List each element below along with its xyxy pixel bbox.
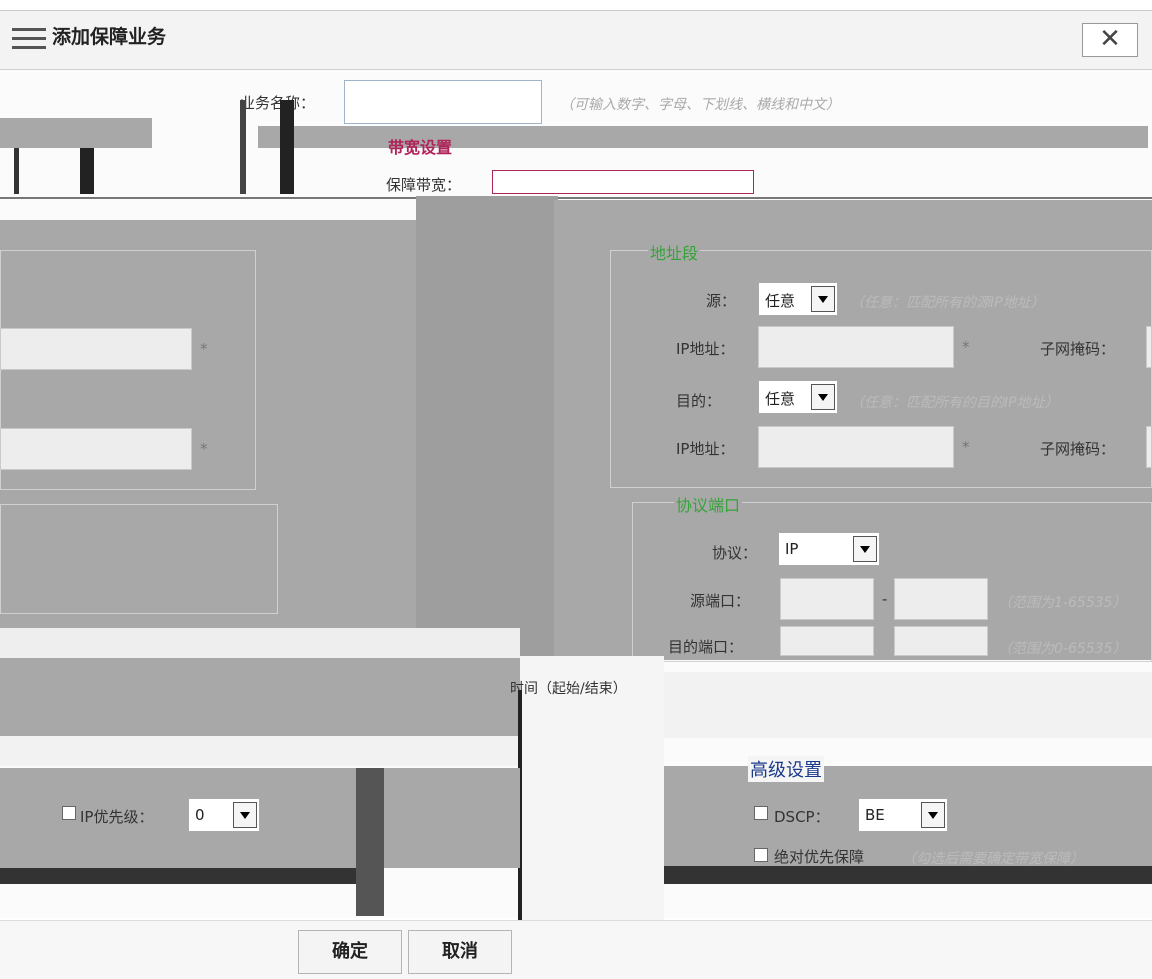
source-hint: （任意：匹配所有的源IP地址） [850, 295, 1045, 311]
destination-hint: （任意：匹配所有的目的IP地址） [850, 395, 1059, 411]
destination-port-label: 目的端口： [668, 638, 744, 656]
dscp-select[interactable]: BE [858, 798, 948, 832]
glitch-line [80, 148, 94, 194]
glitch-line [240, 100, 246, 194]
left-input-1[interactable] [0, 328, 192, 370]
glitch-line [14, 148, 19, 194]
required-mark: * [962, 438, 970, 456]
glitch-block [0, 736, 520, 766]
destination-mask-input[interactable] [1146, 426, 1152, 468]
chevron-down-icon [233, 802, 257, 828]
source-port-start-input[interactable] [780, 578, 874, 620]
ip-priority-select-value: 0 [195, 806, 205, 824]
subnet-mask-label-1: 子网掩码： [1040, 340, 1116, 358]
glitch-block [0, 868, 360, 884]
destination-port-start-input[interactable] [780, 626, 874, 656]
source-port-hint: （范围为1-65535） [998, 595, 1127, 611]
range-dash: - [882, 590, 888, 608]
destination-ip-input[interactable] [758, 426, 954, 468]
glitch-block [664, 866, 1152, 884]
chevron-down-icon [811, 286, 835, 312]
advanced-legend: 高级设置 [748, 756, 824, 782]
required-mark: * [200, 340, 208, 358]
dialog-footer [0, 920, 1152, 979]
glitch-block [0, 118, 152, 148]
destination-select-value: 任意 [765, 390, 796, 408]
address-legend: 地址段 [648, 240, 701, 264]
business-name-hint: （可输入数字、字母、下划线、横线和中文） [560, 97, 840, 113]
absolute-priority-label: 绝对优先保障 [774, 848, 865, 866]
required-mark: * [200, 440, 208, 458]
left-fieldset-2 [0, 504, 278, 614]
time-range-label: 时间（起始/结束） [510, 681, 627, 697]
glitch-block [356, 768, 384, 916]
business-name-label: 业务名称： [240, 94, 316, 112]
chevron-down-icon [811, 384, 835, 410]
protocol-legend: 协议端口 [674, 492, 743, 516]
source-ip-input[interactable] [758, 326, 954, 368]
source-select-value: 任意 [765, 292, 796, 310]
absolute-priority-checkbox[interactable] [754, 848, 768, 862]
dialog-title-bar [0, 10, 1152, 70]
dscp-label: DSCP： [774, 808, 830, 826]
ip-address-label-2: IP地址： [676, 440, 735, 458]
ip-priority-label: IP优先级： [80, 808, 154, 826]
ip-address-label-1: IP地址： [676, 340, 735, 358]
source-mask-input[interactable] [1146, 326, 1152, 368]
protocol-select[interactable]: IP [778, 532, 880, 566]
glitch-block [664, 672, 1152, 738]
source-select[interactable]: 任意 [758, 282, 838, 316]
divider [0, 197, 1152, 199]
cancel-button[interactable]: 取消 [408, 930, 512, 974]
ip-priority-select[interactable]: 0 [188, 798, 260, 832]
bandwidth-legend: 带宽设置 [388, 138, 453, 157]
dscp-checkbox[interactable] [754, 806, 768, 820]
dialog-title: 添加保障业务 [52, 26, 167, 48]
glitch-block [416, 196, 558, 656]
glitch-line [280, 100, 294, 194]
guarantee-bandwidth-label: 保障带宽： [386, 176, 462, 194]
chevron-down-icon [853, 536, 877, 562]
menu-icon[interactable] [12, 28, 46, 50]
subnet-mask-label-2: 子网掩码： [1040, 440, 1116, 458]
chevron-down-icon [921, 802, 945, 828]
required-mark: * [962, 338, 970, 356]
protocol-select-value: IP [785, 540, 799, 558]
destination-port-hint: （范围为0-65535） [998, 641, 1127, 657]
close-button[interactable]: ✕ [1082, 23, 1138, 57]
glitch-block [0, 768, 520, 868]
business-name-input[interactable] [344, 80, 542, 124]
absolute-priority-hint: （勾选后需要确定带宽保障） [902, 851, 1084, 867]
destination-port-end-input[interactable] [894, 626, 988, 656]
glitch-block [0, 628, 520, 660]
glitch-block [0, 658, 520, 736]
destination-label: 目的： [676, 392, 722, 410]
ip-priority-checkbox[interactable] [62, 806, 76, 820]
dscp-select-value: BE [865, 806, 885, 824]
left-input-2[interactable] [0, 428, 192, 470]
destination-select[interactable]: 任意 [758, 380, 838, 414]
source-port-end-input[interactable] [894, 578, 988, 620]
source-label: 源： [706, 292, 737, 310]
protocol-label: 协议： [712, 544, 758, 562]
source-port-label: 源端口： [690, 592, 751, 610]
ok-button[interactable]: 确定 [298, 930, 402, 974]
guarantee-bandwidth-input[interactable] [492, 170, 754, 194]
